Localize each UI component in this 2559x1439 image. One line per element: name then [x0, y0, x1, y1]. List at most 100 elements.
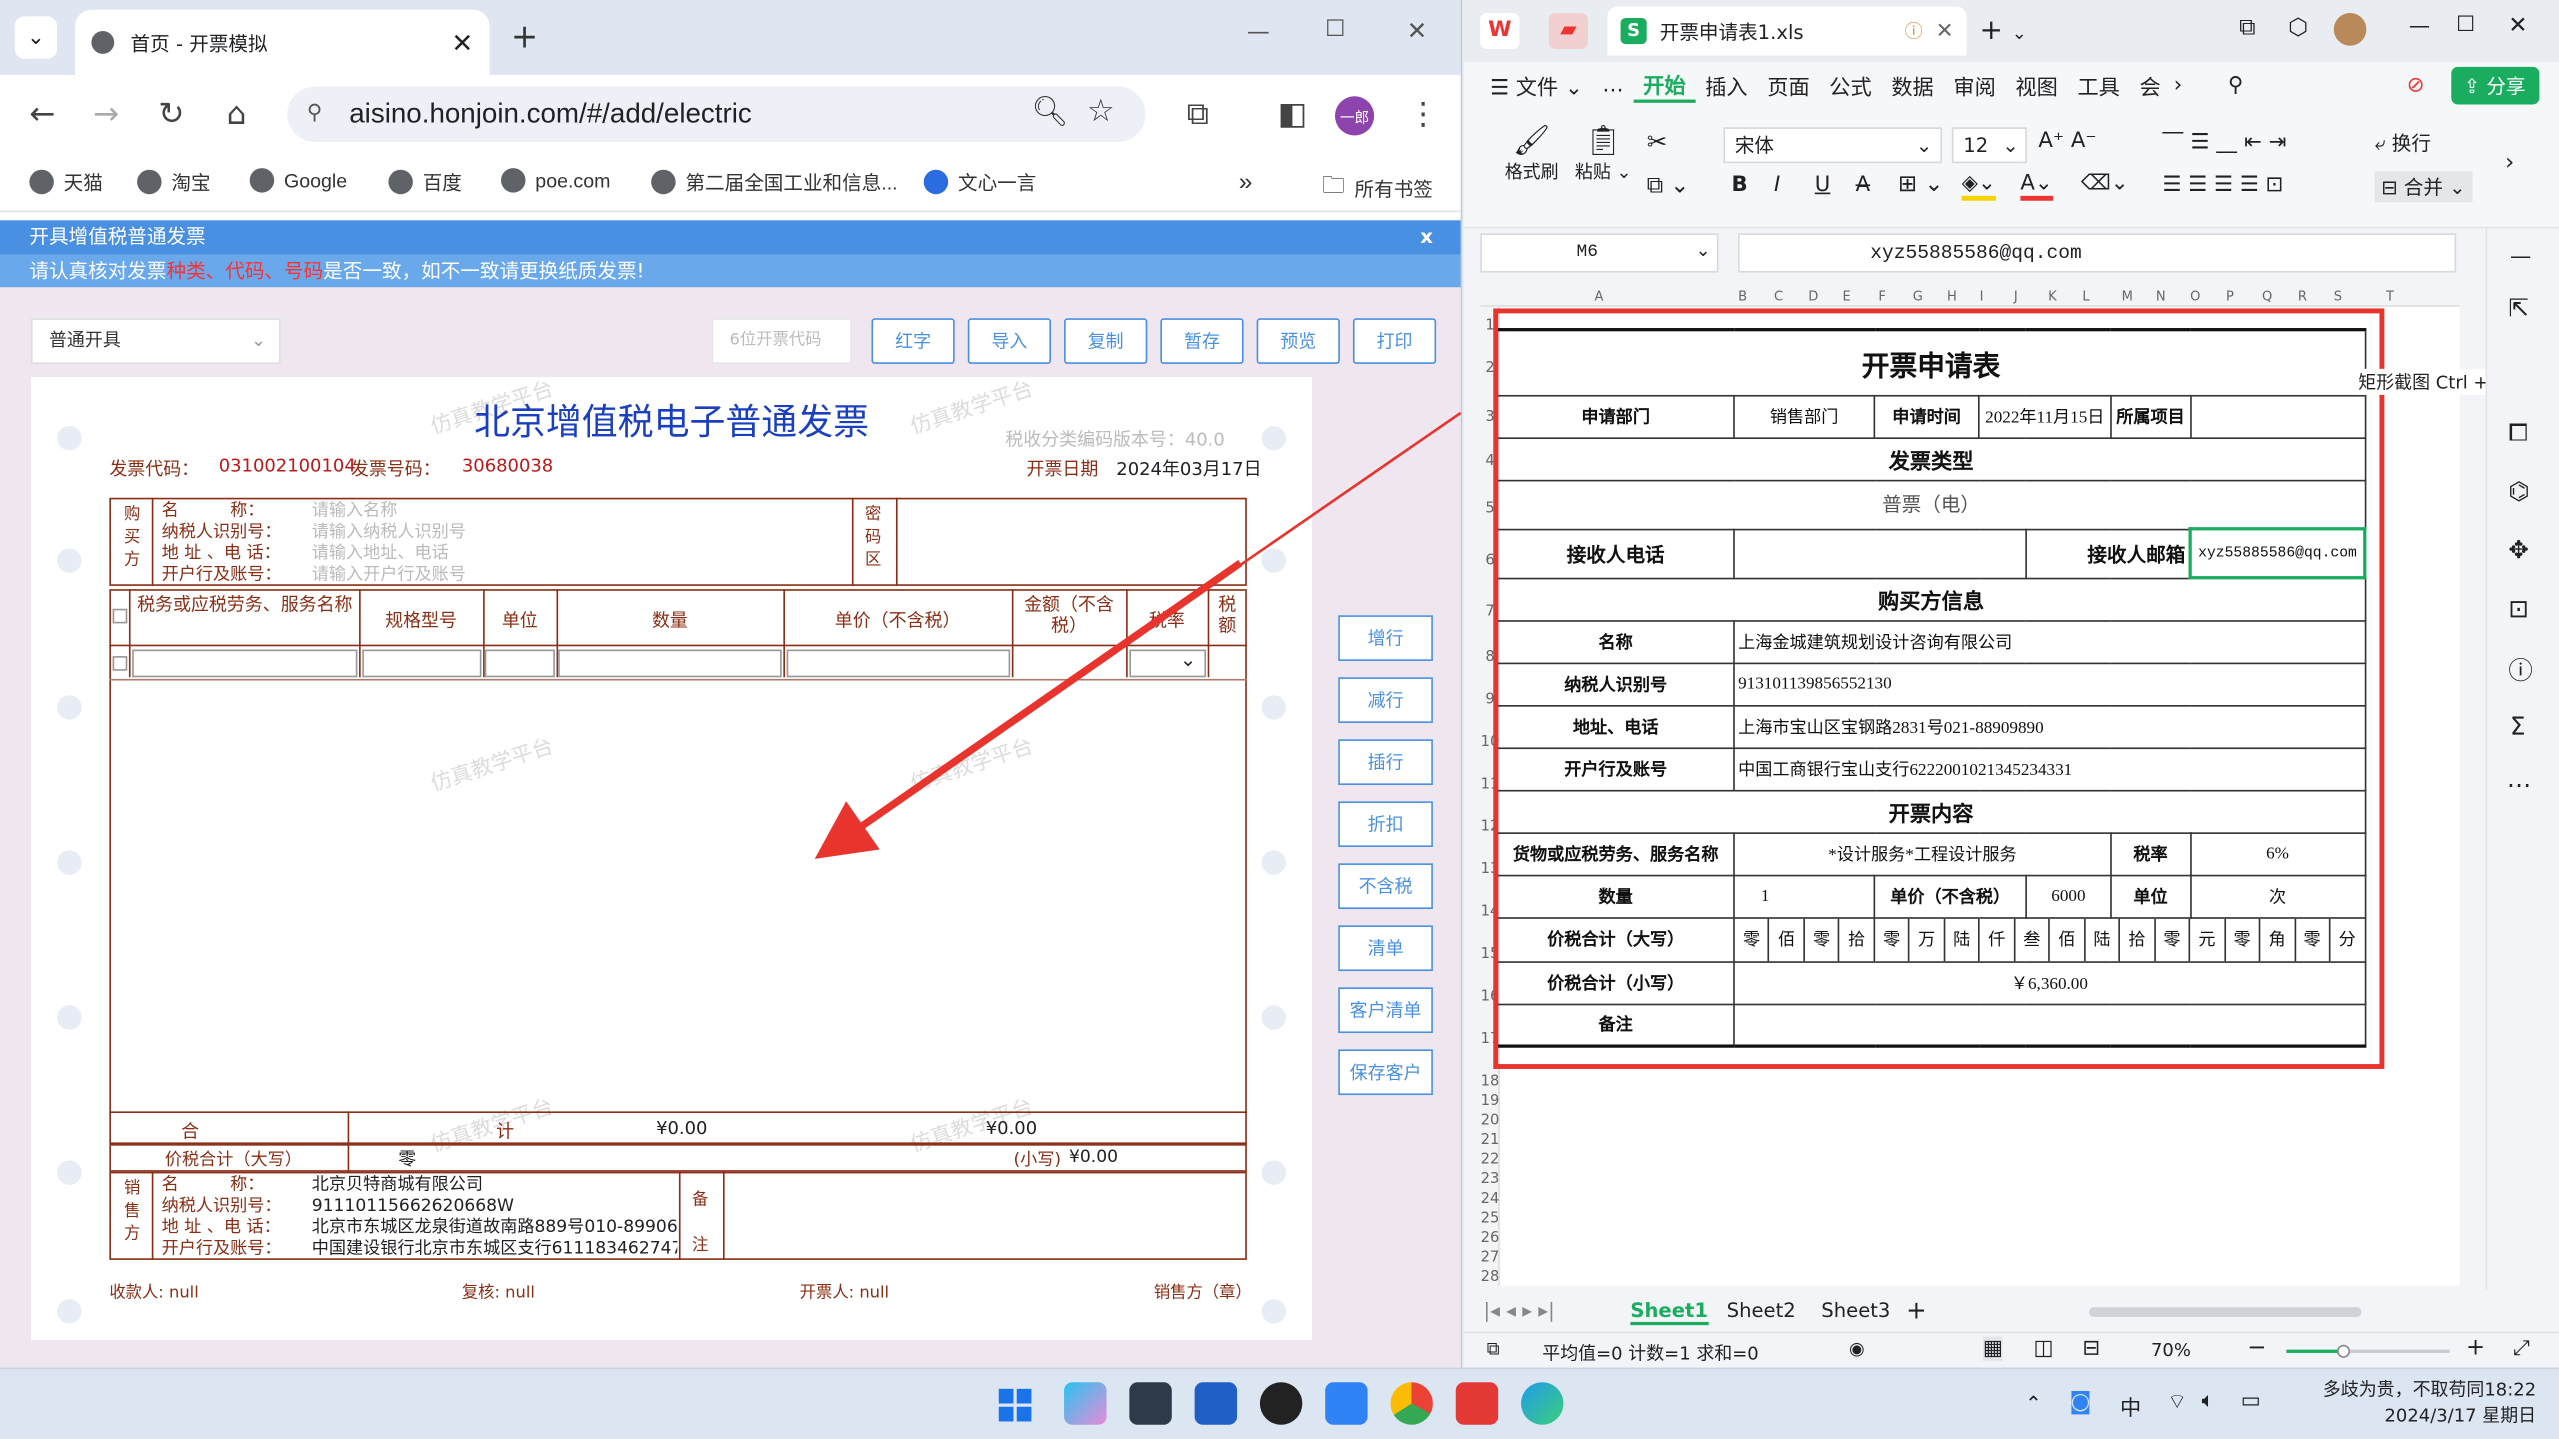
- close-window-icon[interactable]: ✕: [1407, 16, 1428, 45]
- column-header[interactable]: C: [1774, 289, 1783, 304]
- add-row-button[interactable]: 增行: [1338, 615, 1433, 661]
- chevron-down-icon[interactable]: ⌄: [1696, 240, 1711, 261]
- import-button[interactable]: 导入: [967, 318, 1052, 364]
- customer-list-button[interactable]: 客户清单: [1338, 987, 1433, 1034]
- row-number[interactable]: 19: [1480, 1093, 1500, 1109]
- sigma-icon[interactable]: Σ: [2510, 712, 2525, 741]
- all-bookmarks[interactable]: 🗀 所有书签: [1322, 168, 1433, 207]
- pointer-icon[interactable]: ⇱: [2508, 294, 2529, 323]
- sheet-tab-2[interactable]: Sheet2: [1727, 1299, 1796, 1322]
- chrome-icon[interactable]: [1390, 1382, 1433, 1425]
- column-header[interactable]: I: [1980, 289, 1984, 304]
- column-header[interactable]: T: [2386, 289, 2394, 304]
- reload-icon[interactable]: ↻: [149, 91, 195, 137]
- column-header[interactable]: A: [1594, 289, 1603, 304]
- menu-data[interactable]: 数据: [1882, 69, 1944, 100]
- clock[interactable]: 多歧为贵，不取苟同18:22 2024/3/17 星期日: [2323, 1377, 2536, 1429]
- column-header[interactable]: B: [1738, 289, 1747, 304]
- row-number[interactable]: 24: [1480, 1191, 1500, 1207]
- site-info-icon[interactable]: ⚲: [307, 100, 323, 126]
- tray-chevron-icon[interactable]: ⌃: [2025, 1392, 2041, 1415]
- column-header[interactable]: F: [1878, 289, 1886, 304]
- bookmarks-overflow-icon[interactable]: »: [1239, 168, 1253, 196]
- zoom-out-icon[interactable]: −: [2247, 1335, 2266, 1361]
- menu-file[interactable]: ☰ 文件 ⌄: [1480, 69, 1592, 100]
- border-icon[interactable]: ⊞ ⌄: [1898, 171, 1944, 197]
- row-number[interactable]: 23: [1480, 1172, 1500, 1188]
- red-invoice-button[interactable]: 红字: [871, 318, 955, 364]
- column-header[interactable]: K: [2048, 289, 2057, 304]
- app-cat-icon[interactable]: [1129, 1382, 1172, 1425]
- discount-button[interactable]: 折扣: [1338, 801, 1433, 848]
- tray-app-icon[interactable]: ◙: [2069, 1389, 2091, 1415]
- bookmark-item[interactable]: poe.com: [501, 168, 610, 193]
- row-number[interactable]: 22: [1480, 1152, 1500, 1168]
- item-rate-select[interactable]: ⌄: [1129, 648, 1207, 678]
- minimize-icon[interactable]: —: [1247, 20, 1270, 46]
- menu-home[interactable]: 开始: [1633, 68, 1696, 102]
- extensions-icon[interactable]: ⧉: [1175, 91, 1221, 137]
- format-painter-button[interactable]: 🖌︎ 格式刷: [1505, 124, 1559, 184]
- column-header[interactable]: N: [2156, 289, 2166, 304]
- wifi-icon[interactable]: ⌔: [2167, 1389, 2187, 1414]
- avatar[interactable]: [2333, 13, 2367, 46]
- font-name-select[interactable]: 宋体 ⌄: [1723, 127, 1943, 164]
- font-color-icon[interactable]: A⌄: [2020, 171, 2053, 201]
- close-icon[interactable]: ✕: [1936, 19, 1954, 43]
- menu-tools[interactable]: 工具: [2068, 69, 2130, 100]
- tax-exclusive-button[interactable]: 不含税: [1338, 863, 1433, 910]
- column-header[interactable]: H: [1947, 289, 1957, 304]
- preview-button[interactable]: 预览: [1256, 318, 1340, 364]
- forward-icon[interactable]: →: [83, 91, 129, 137]
- sheet-tab-3[interactable]: Sheet3: [1821, 1299, 1890, 1322]
- font-size-select[interactable]: 12 ⌄: [1951, 127, 2027, 164]
- wrap-text-button[interactable]: ⤶ 换行: [2375, 129, 2431, 157]
- sync-icon[interactable]: ⊘: [2407, 73, 2425, 97]
- horizontal-scrollbar[interactable]: [2088, 1307, 2362, 1318]
- copilot-icon[interactable]: [1064, 1382, 1107, 1425]
- issue-mode-select[interactable]: 普通开具 ⌄: [31, 318, 281, 364]
- cube-icon[interactable]: ⬡: [2288, 15, 2308, 41]
- row-checkbox[interactable]: [112, 656, 128, 671]
- bookmark-item[interactable]: 百度: [388, 168, 462, 196]
- home-icon[interactable]: ⌂: [214, 91, 260, 137]
- select-all-checkbox[interactable]: [112, 608, 128, 624]
- start-icon[interactable]: [998, 1388, 1032, 1422]
- bookmark-star-icon[interactable]: ☆: [1087, 93, 1115, 131]
- bookmark-item[interactable]: 文心一言: [923, 168, 1036, 196]
- row-number[interactable]: 27: [1480, 1250, 1500, 1266]
- zoom-icon[interactable]: 🔍︎: [1031, 95, 1068, 129]
- font-grow-icon[interactable]: A⁺ A⁻: [2038, 129, 2096, 153]
- clear-icon[interactable]: ⌫⌄: [2081, 171, 2129, 195]
- copy-icon[interactable]: ⧉ ⌄: [1647, 173, 1690, 199]
- strikethrough-icon[interactable]: A: [1856, 173, 1871, 197]
- ime-indicator[interactable]: 中: [2120, 1390, 2141, 1421]
- buyer-bank-input[interactable]: 请输入开户行及账号: [312, 565, 466, 586]
- menu-review[interactable]: 审阅: [1944, 69, 2006, 100]
- zoom-slider[interactable]: [2286, 1344, 2450, 1358]
- fullscreen-icon[interactable]: ⤢: [2513, 1337, 2530, 1361]
- column-header[interactable]: E: [1843, 289, 1851, 304]
- item-unit-input[interactable]: [484, 649, 555, 678]
- word-icon[interactable]: [1194, 1382, 1238, 1425]
- fill-color-icon[interactable]: ◈⌄: [1961, 171, 1996, 201]
- column-header[interactable]: P: [2226, 289, 2234, 304]
- column-header[interactable]: J: [2014, 289, 2018, 304]
- zoom-in-icon[interactable]: +: [2466, 1335, 2485, 1361]
- side-panel-icon[interactable]: ◧: [1270, 91, 1316, 137]
- profile-avatar[interactable]: 一郎: [1334, 96, 1375, 136]
- battery-icon[interactable]: ▭: [2241, 1389, 2261, 1413]
- wps-icon[interactable]: [1455, 1382, 1499, 1425]
- buyer-address-input[interactable]: 请输入地址、电话: [312, 543, 449, 564]
- window-icon[interactable]: ⧉: [2239, 15, 2255, 41]
- menu-formula[interactable]: 公式: [1820, 69, 1882, 100]
- row-number[interactable]: 18: [1480, 1074, 1500, 1090]
- style-icon[interactable]: ⌬: [2508, 477, 2529, 506]
- sheet-nav-icon[interactable]: |◂ ◂ ▸ ▸|: [1483, 1299, 1554, 1322]
- name-box[interactable]: M6: [1480, 233, 1719, 273]
- column-header[interactable]: O: [2190, 289, 2200, 304]
- align-left-icon[interactable]: ☰ ☰ ☰ ☰ ⊡: [2162, 173, 2283, 197]
- row-number[interactable]: 28: [1480, 1270, 1500, 1286]
- column-header[interactable]: L: [2082, 289, 2089, 304]
- edge-icon[interactable]: [1521, 1382, 1564, 1425]
